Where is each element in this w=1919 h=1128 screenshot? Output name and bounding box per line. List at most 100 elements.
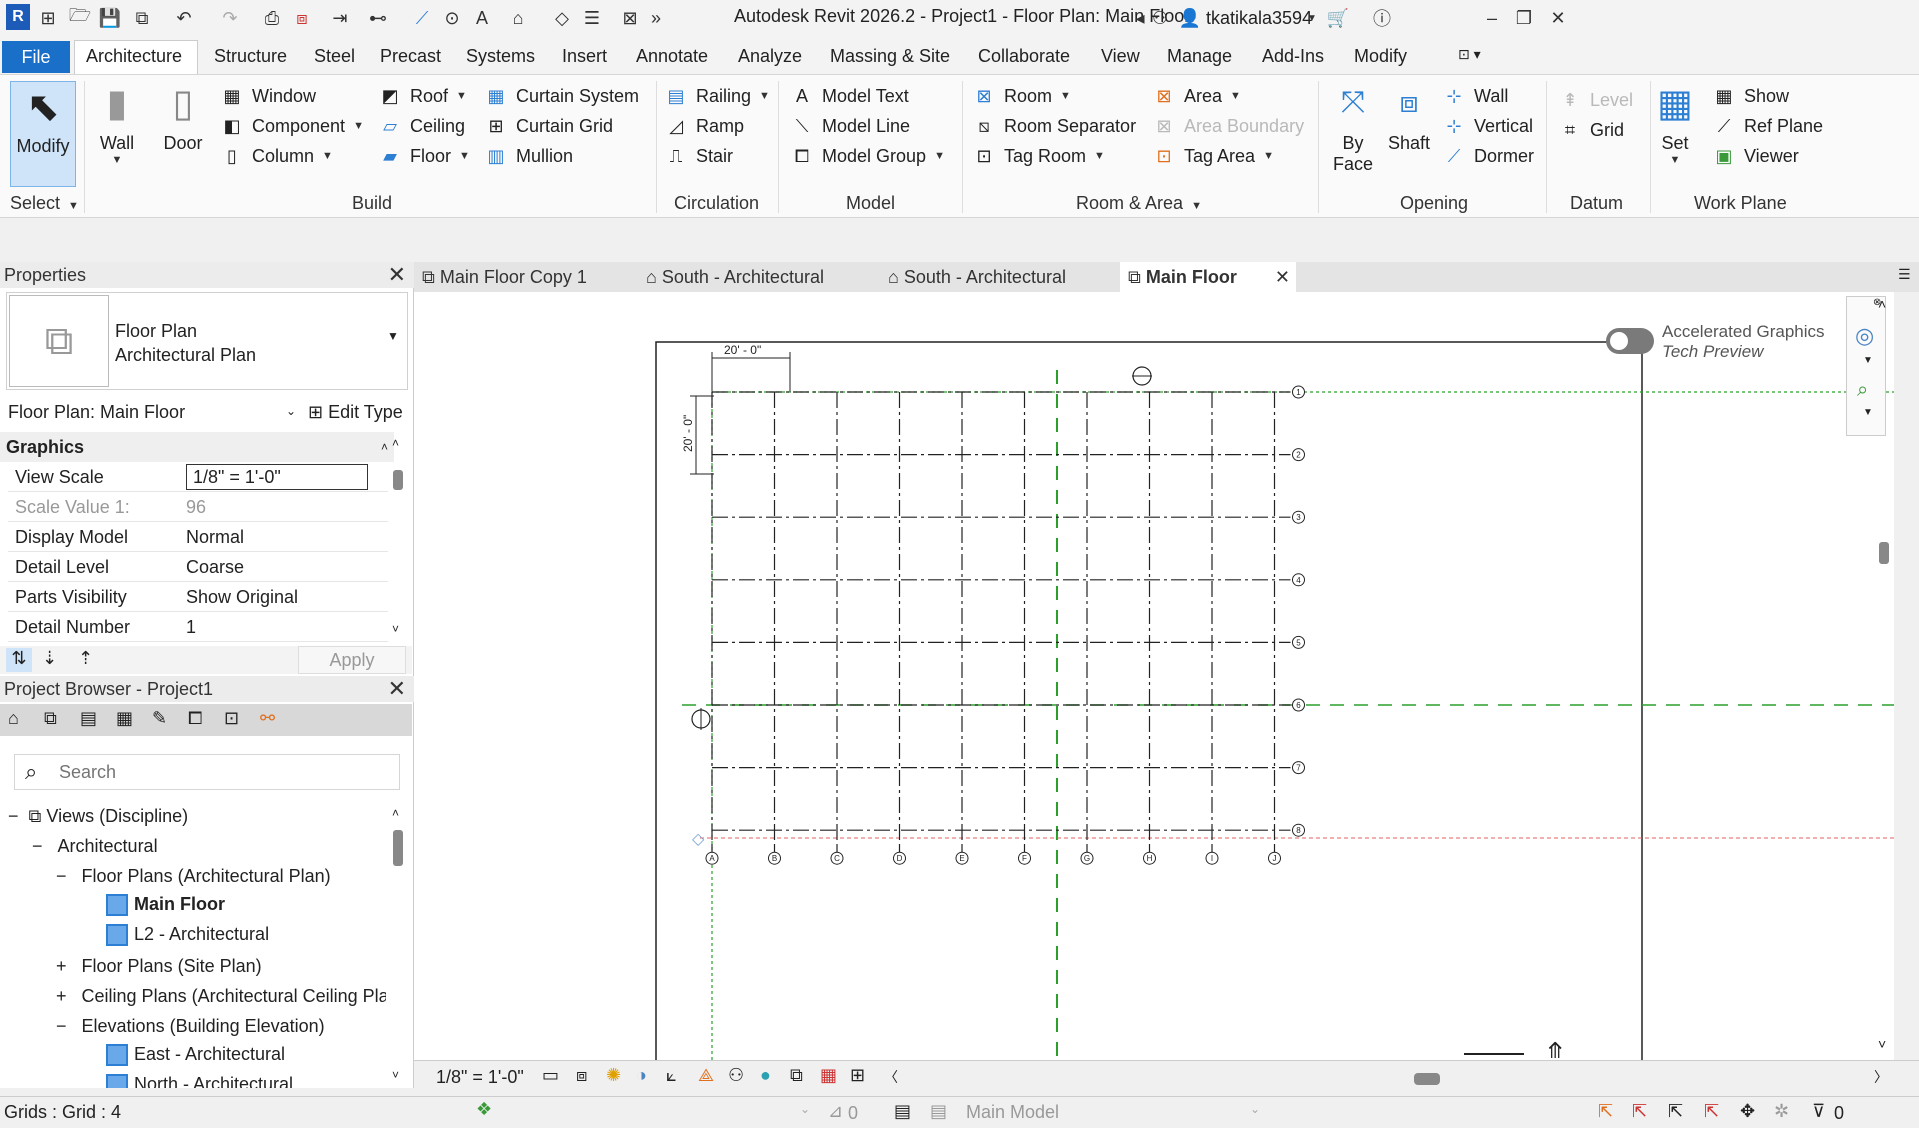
property-row[interactable]: Display Model Normal <box>8 522 388 552</box>
vertical-button[interactable]: ⊹ Vertical <box>1442 115 1533 137</box>
3d-view-icon[interactable]: ⌂ <box>506 6 530 30</box>
export-icon[interactable]: ⧈ <box>290 6 314 30</box>
expand-icon[interactable]: + <box>56 986 67 1006</box>
area-boundary-button[interactable]: ⊠ Area Boundary <box>1152 115 1304 137</box>
tree-item-floor-plans-arch[interactable]: − Floor Plans (Architectural Plan) <box>56 866 331 887</box>
sun-path-icon[interactable]: ✺ <box>606 1065 621 1086</box>
restore-icon[interactable]: ❐ <box>1512 6 1536 30</box>
select-by-face-icon[interactable]: ⇱ <box>1704 1101 1719 1122</box>
sort-ascending-icon[interactable]: ⇣ <box>42 648 57 669</box>
undo-icon[interactable]: ↶ <box>172 6 196 30</box>
shadows-icon[interactable]: ◑ <box>636 1065 647 1086</box>
home-icon[interactable]: ⊞ <box>36 6 60 30</box>
property-row[interactable]: Detail Level Coarse <box>8 552 388 582</box>
tree-item-views[interactable]: − ⧉ Views (Discipline) <box>8 806 188 827</box>
chevron-down-icon[interactable]: ⌄ <box>286 404 296 418</box>
tag-area-button[interactable]: ⊡ Tag Area ▼ <box>1152 145 1274 167</box>
chevron-down-icon[interactable]: ⌄ <box>1250 1102 1260 1116</box>
select-links-icon[interactable]: ⇱ <box>1598 1101 1613 1122</box>
ref-plane-button[interactable]: ⟋ Ref Plane <box>1712 115 1823 137</box>
cart-icon[interactable]: 🛒 <box>1326 6 1350 30</box>
links-icon[interactable]: ⚯ <box>260 708 275 729</box>
tree-item-ceiling-plans[interactable]: + Ceiling Plans (Architectural Ceiling P… <box>56 986 386 1007</box>
tab-precast[interactable]: Precast <box>380 46 441 67</box>
highlight-displacement-icon[interactable]: ⊞ <box>850 1065 865 1086</box>
tab-main-floor-copy[interactable]: ⧉ Main Floor Copy 1 <box>422 262 622 292</box>
families-icon[interactable]: ✎ <box>152 708 167 729</box>
browser-search[interactable]: ⌕ <box>14 754 400 790</box>
tab-south-architectural[interactable]: ⌂ South - Architectural <box>646 262 846 292</box>
scroll-right-icon[interactable]: 〉 <box>1874 1067 1888 1087</box>
ramp-button[interactable]: ◿ Ramp <box>664 115 744 137</box>
set-button[interactable]: ▦ Set ▼ <box>1652 77 1698 167</box>
scroll-down-icon[interactable]: ˅ <box>1878 1036 1886 1052</box>
zoom-region-icon[interactable]: ⌕ <box>1857 379 1868 402</box>
curtain-system-button[interactable]: ▦ Curtain System <box>484 85 639 107</box>
sort-descending-icon[interactable]: ⇡ <box>78 648 93 669</box>
north-arrow-icon[interactable]: ⤊ <box>1464 1038 1564 1060</box>
schedules-icon[interactable]: ▤ <box>80 708 97 729</box>
visual-style-icon[interactable]: ⧈ <box>576 1065 587 1086</box>
stair-button[interactable]: ⎍ Stair <box>664 145 733 167</box>
collapse-icon[interactable]: − <box>56 1016 67 1036</box>
elevation-marker-top[interactable] <box>1132 366 1152 386</box>
select-underlay-icon[interactable]: ⇱ <box>1632 1101 1647 1122</box>
tree-item-elevations[interactable]: − Elevations (Building Elevation) <box>56 1016 325 1037</box>
property-value[interactable]: Coarse <box>186 552 244 582</box>
floor-button[interactable]: ▰ Floor ▼ <box>378 145 470 167</box>
reference-marker-left[interactable]: ◇ <box>692 831 705 848</box>
door-button[interactable]: ▯ Door <box>160 77 206 154</box>
wall-button[interactable]: ▮ Wall ▼ <box>94 77 140 167</box>
shaft-button[interactable]: ⧈ Shaft <box>1386 77 1432 154</box>
tab-insert[interactable]: Insert <box>562 46 607 67</box>
help-icon[interactable]: ⓘ <box>1370 6 1394 30</box>
collapse-icon[interactable]: − <box>32 836 43 856</box>
scroll-down-icon[interactable]: ˅ <box>392 1068 399 1082</box>
viewer-button[interactable]: ▣ Viewer <box>1712 145 1798 167</box>
collapse-icon[interactable]: − <box>56 866 67 886</box>
property-row[interactable]: Detail Number 1 <box>8 612 388 642</box>
property-value[interactable]: Normal <box>186 522 244 552</box>
window-button[interactable]: ▦ Window <box>220 85 316 107</box>
detail-level-icon[interactable]: ▭ <box>542 1065 559 1086</box>
curtain-grid-button[interactable]: ⊞ Curtain Grid <box>484 115 613 137</box>
edit-type-button[interactable]: ⊞ Edit Type <box>308 402 403 423</box>
collapse-icon[interactable]: − <box>8 806 19 826</box>
expand-icon[interactable]: + <box>56 956 67 976</box>
accelerated-graphics-toggle[interactable] <box>1606 328 1654 354</box>
show-crop-icon[interactable]: ⟁ <box>698 1065 714 1086</box>
collapse-icon[interactable]: ˄ <box>381 432 388 462</box>
home-view-icon[interactable]: ⌂ <box>8 708 19 729</box>
room-button[interactable]: ⊠ Room ▼ <box>972 85 1070 107</box>
minimize-icon[interactable]: – <box>1480 6 1504 30</box>
modify-button[interactable]: ⬉ Modify <box>10 81 76 187</box>
grid-button[interactable]: ⌗ Grid <box>1558 119 1624 141</box>
close-icon[interactable]: ✕ <box>388 676 406 702</box>
tree-item-floor-plans-site[interactable]: + Floor Plans (Site Plan) <box>56 956 262 977</box>
scroll-down-icon[interactable]: ˅ <box>392 622 399 636</box>
crop-view-icon[interactable]: ⟀ <box>666 1065 677 1086</box>
thin-lines-icon[interactable]: ☰ <box>580 6 604 30</box>
ribbon-display-toggle-icon[interactable]: ⊡ ▾ <box>1458 46 1481 63</box>
tab-add-ins[interactable]: Add-Ins <box>1262 46 1324 67</box>
room-separator-button[interactable]: ⧅ Room Separator <box>972 115 1136 137</box>
tree-item-l2[interactable]: L2 - Architectural <box>106 924 269 947</box>
drawing-canvas[interactable]: 20' - 0" 20' - 0" ◇ ◇ ABCDEFGHIJ12345678… <box>414 292 1894 1060</box>
categorize-icon[interactable]: ⇅ <box>6 648 32 672</box>
tab-structure[interactable]: Structure <box>214 46 287 67</box>
sheets-icon[interactable]: ⧠ <box>188 708 202 729</box>
elevation-marker-left[interactable] <box>691 708 711 730</box>
nav-dropdown-icon[interactable]: ▼ <box>1863 355 1873 366</box>
tree-item-east[interactable]: East - Architectural <box>106 1044 285 1067</box>
canvas-scrollbar-h[interactable] <box>1414 1073 1440 1085</box>
model-selector[interactable]: Main Model <box>966 1102 1059 1123</box>
redo-icon[interactable]: ↷ <box>218 6 242 30</box>
tab-steel[interactable]: Steel <box>314 46 355 67</box>
tab-annotate[interactable]: Annotate <box>636 46 708 67</box>
tab-south-architectural-2[interactable]: ⌂ South - Architectural <box>888 262 1088 292</box>
line-icon[interactable]: ⟋ <box>410 6 434 30</box>
scroll-thumb[interactable] <box>393 470 403 490</box>
chevron-down-icon[interactable]: ⌄ <box>800 1102 810 1116</box>
horizontal-dimension[interactable]: 20' - 0" <box>711 343 791 392</box>
scroll-up-icon[interactable]: ˄ <box>1878 296 1886 312</box>
